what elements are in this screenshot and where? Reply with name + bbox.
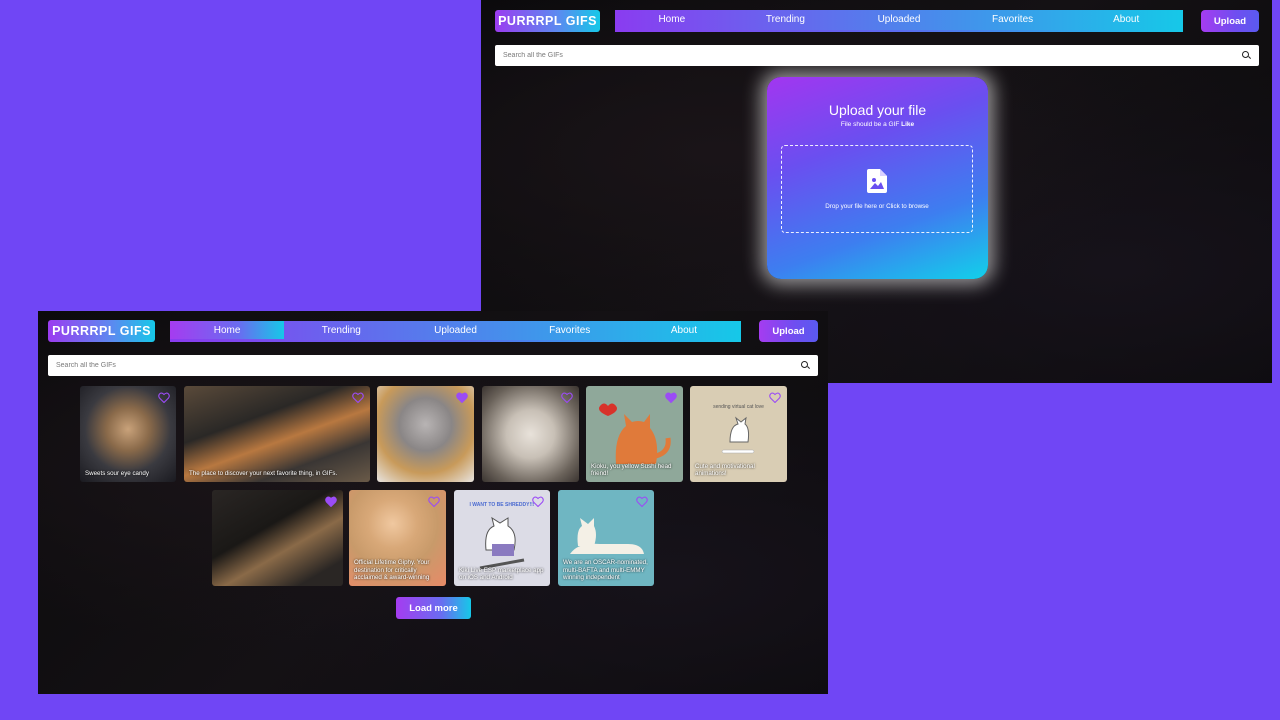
gif-card[interactable]: sending virtual cat love Cute and motiva… bbox=[690, 386, 787, 482]
heart-icon[interactable] bbox=[325, 496, 337, 507]
gif-caption: Kiki Live ESP marketplace app on iOS and… bbox=[459, 566, 544, 582]
search-bar bbox=[495, 45, 1259, 66]
nav-uploaded[interactable]: Uploaded bbox=[842, 10, 956, 29]
upload-subtitle-text: File should be a GIF bbox=[840, 121, 900, 128]
nav-uploaded[interactable]: Uploaded bbox=[398, 321, 512, 339]
nav-favorites[interactable]: Favorites bbox=[956, 10, 1070, 29]
nav-trending[interactable]: Trending bbox=[729, 10, 843, 29]
brand-logo[interactable]: PURRRPL GIFS bbox=[48, 320, 155, 342]
heart-icon[interactable] bbox=[532, 496, 544, 507]
heart-icon[interactable] bbox=[636, 496, 648, 507]
search-input[interactable] bbox=[503, 52, 1242, 59]
home-page-window: PURRRPL GIFS Home Trending Uploaded Favo… bbox=[38, 311, 828, 694]
nav-underline bbox=[615, 30, 1183, 32]
heart-icon[interactable] bbox=[769, 392, 781, 403]
file-drop-zone[interactable]: Drop your file here or Click to browse bbox=[781, 145, 973, 233]
heart-icon[interactable] bbox=[456, 392, 468, 403]
main-nav: Home Trending Uploaded Favorites About bbox=[170, 321, 741, 341]
gif-caption: We are an OSCAR-nominated, multi-BAFTA a… bbox=[563, 559, 648, 582]
gif-card[interactable]: The place to discover your next favorite… bbox=[184, 386, 370, 482]
nav-about[interactable]: About bbox=[627, 321, 741, 339]
nav-home[interactable]: Home bbox=[615, 10, 729, 29]
gif-card[interactable] bbox=[482, 386, 579, 482]
upload-button[interactable]: Upload bbox=[759, 320, 818, 342]
load-more-button[interactable]: Load more bbox=[396, 597, 471, 619]
nav-about[interactable]: About bbox=[1069, 10, 1183, 29]
heart-icon[interactable] bbox=[158, 392, 170, 403]
heart-icon[interactable] bbox=[428, 496, 440, 507]
search-bar bbox=[48, 355, 818, 376]
gif-card[interactable] bbox=[377, 386, 474, 482]
upload-title: Upload your file bbox=[828, 102, 927, 118]
gif-card[interactable]: I WANT TO BE SHREDDY!!! Kiki Live ESP ma… bbox=[454, 490, 550, 586]
nav-favorites[interactable]: Favorites bbox=[513, 321, 627, 339]
gif-caption: Kioku, you yellow Sushi head friend! bbox=[591, 462, 672, 478]
upload-subtitle-emphasis: Like bbox=[901, 121, 915, 128]
gif-card[interactable]: We are an OSCAR-nominated, multi-BAFTA a… bbox=[558, 490, 654, 586]
gif-card[interactable]: Sweets sour eye candy bbox=[80, 386, 176, 482]
gif-card[interactable]: Official Lifetime Giphy. Your destinatio… bbox=[349, 490, 446, 586]
upload-button[interactable]: Upload bbox=[1201, 10, 1259, 32]
gif-caption: The place to discover your next favorite… bbox=[189, 470, 338, 478]
upload-subtitle: File should be a GIF Like bbox=[767, 121, 988, 128]
gif-card[interactable]: Kioku, you yellow Sushi head friend! bbox=[586, 386, 683, 482]
heart-icon[interactable] bbox=[352, 392, 364, 403]
gif-card[interactable] bbox=[212, 490, 343, 586]
nav-home[interactable]: Home bbox=[170, 321, 285, 339]
drop-zone-text: Drop your file here or Click to browse bbox=[825, 203, 929, 210]
brand-logo[interactable]: PURRRPL GIFS bbox=[495, 10, 600, 32]
nav-underline bbox=[170, 340, 741, 342]
upload-card: Upload your file File should be a GIF Li… bbox=[767, 77, 988, 279]
file-image-icon bbox=[867, 169, 887, 193]
search-input[interactable] bbox=[56, 362, 801, 369]
gif-caption: Cute and motivational animations! bbox=[695, 462, 755, 478]
gif-caption: Sweets sour eye candy bbox=[85, 470, 149, 478]
heart-icon[interactable] bbox=[561, 392, 573, 403]
gif-caption: Official Lifetime Giphy. Your destinatio… bbox=[354, 559, 430, 582]
nav-trending[interactable]: Trending bbox=[284, 321, 398, 339]
search-icon[interactable] bbox=[801, 361, 810, 370]
main-nav: Home Trending Uploaded Favorites About bbox=[615, 10, 1183, 31]
search-icon[interactable] bbox=[1242, 51, 1251, 60]
heart-icon[interactable] bbox=[665, 392, 677, 403]
